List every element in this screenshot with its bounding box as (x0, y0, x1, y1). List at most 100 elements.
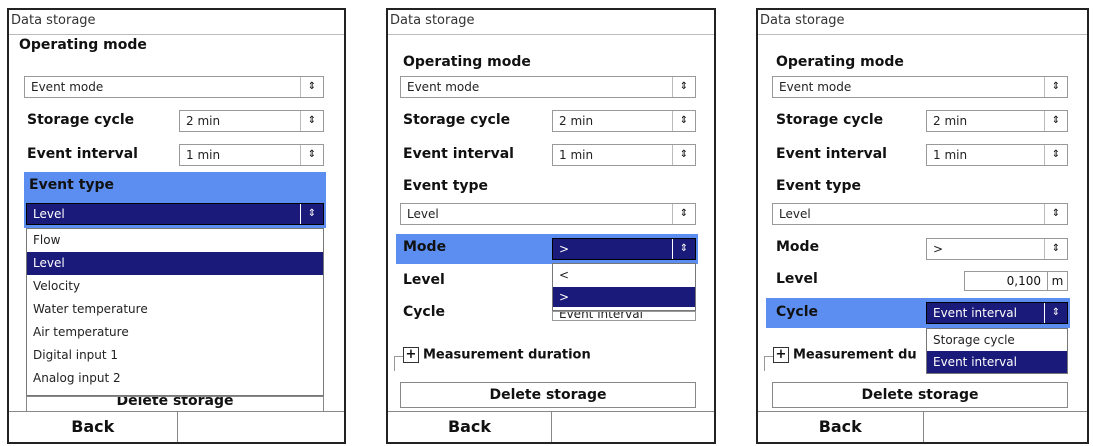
empty-softkey[interactable] (176, 412, 345, 442)
level-label: Level (403, 272, 445, 288)
storage-cycle-value: 2 min (559, 114, 594, 128)
back-button[interactable]: Back (758, 412, 923, 442)
empty-softkey[interactable] (551, 412, 714, 442)
event-type-value: Level (779, 207, 811, 221)
storage-cycle-value: 2 min (186, 114, 221, 128)
level-unit: m (1048, 271, 1068, 291)
cycle-select[interactable]: Event interval ⇕ (926, 302, 1068, 324)
storage-cycle-label: Storage cycle (776, 112, 884, 128)
title-bar: Data storage (9, 10, 344, 35)
mode-value: > (933, 242, 944, 256)
measurement-duration-toggle[interactable]: + Measurement du (773, 347, 923, 363)
event-interval-label: Event interval (27, 146, 138, 162)
operating-mode-select[interactable]: Event mode ⇕ (24, 76, 324, 98)
option-less-than[interactable]: < (553, 264, 695, 287)
title-bar: Data storage (758, 10, 1087, 35)
measurement-bracket (394, 356, 403, 371)
delete-storage-button[interactable]: Delete storage (772, 382, 1068, 408)
event-interval-label: Event interval (403, 146, 514, 162)
up-down-arrows-icon: ⇕ (300, 111, 323, 131)
screen-title: Data storage (390, 13, 475, 28)
up-down-arrows-icon: ⇕ (300, 204, 323, 224)
event-type-options: Flow Level Velocity Water temperature Ai… (26, 228, 324, 396)
option-flow[interactable]: Flow (27, 229, 323, 252)
plus-box-icon: + (403, 347, 419, 363)
cycle-select[interactable]: Event interval (552, 311, 696, 321)
event-interval-label: Event interval (776, 146, 887, 162)
empty-softkey[interactable] (922, 412, 1088, 442)
storage-cycle-value: 2 min (933, 114, 968, 128)
delete-storage-button[interactable]: Delete storage (400, 382, 696, 408)
measurement-duration-toggle[interactable]: + Measurement duration (403, 347, 591, 363)
up-down-arrows-icon: ⇕ (672, 145, 695, 165)
event-type-label: Event type (403, 178, 489, 194)
mode-value: > (559, 242, 570, 256)
option-velocity[interactable]: Velocity (27, 275, 323, 298)
operating-mode-label: Operating mode (19, 37, 147, 53)
delete-storage-button[interactable]: Delete storage (26, 396, 324, 412)
level-input[interactable]: 0,100 (964, 271, 1048, 291)
plus-box-icon: + (773, 347, 789, 363)
option-storage-cycle[interactable]: Storage cycle (927, 329, 1067, 351)
event-type-value: Level (33, 207, 65, 221)
operating-mode-select[interactable]: Event mode ⇕ (772, 76, 1068, 98)
back-button[interactable]: Back (9, 412, 177, 442)
operating-mode-select[interactable]: Event mode ⇕ (400, 76, 696, 98)
option-water-temperature[interactable]: Water temperature (27, 298, 323, 321)
mode-options: < > (552, 263, 696, 311)
cycle-value: Event interval (933, 306, 1017, 320)
option-greater-than[interactable]: > (553, 287, 695, 307)
delete-storage-label: Delete storage (116, 396, 234, 409)
event-type-select[interactable]: Level ⇕ (400, 203, 696, 225)
storage-cycle-label: Storage cycle (27, 112, 135, 128)
up-down-arrows-icon: ⇕ (1044, 204, 1067, 224)
storage-cycle-select[interactable]: 2 min ⇕ (552, 110, 696, 132)
title-bar: Data storage (388, 10, 714, 35)
option-analog-input-2[interactable]: Analog input 2 (27, 367, 323, 390)
screen-title: Data storage (760, 13, 845, 28)
event-type-value: Level (407, 207, 439, 221)
option-air-temperature[interactable]: Air temperature (27, 321, 323, 344)
up-down-arrows-icon: ⇕ (1044, 77, 1067, 97)
cycle-options: Storage cycle Event interval (926, 328, 1068, 374)
panel-event-type-dropdown: Data storage Operating mode Event mode ⇕… (7, 8, 346, 444)
operating-mode-label: Operating mode (403, 54, 531, 70)
event-interval-value: 1 min (186, 148, 221, 162)
bottom-bar: Back (758, 411, 1087, 442)
mode-select[interactable]: > ⇕ (926, 238, 1068, 260)
option-digital-input-1[interactable]: Digital input 1 (27, 344, 323, 367)
measurement-duration-label: Measurement du (793, 347, 917, 363)
measurement-bracket (764, 356, 773, 371)
storage-cycle-select[interactable]: 2 min ⇕ (926, 110, 1068, 132)
event-interval-value: 1 min (933, 148, 968, 162)
cycle-value: Event interval (559, 311, 643, 321)
up-down-arrows-icon: ⇕ (1044, 111, 1067, 131)
bottom-bar: Back (388, 411, 714, 442)
up-down-arrows-icon: ⇕ (300, 77, 323, 97)
option-level[interactable]: Level (27, 252, 323, 275)
event-interval-value: 1 min (559, 148, 594, 162)
up-down-arrows-icon: ⇕ (1044, 303, 1067, 323)
up-down-arrows-icon: ⇕ (672, 111, 695, 131)
mode-select[interactable]: > ⇕ (552, 238, 696, 260)
mode-label: Mode (403, 239, 447, 255)
event-interval-select[interactable]: 1 min ⇕ (552, 144, 696, 166)
storage-cycle-select[interactable]: 2 min ⇕ (179, 110, 324, 132)
bottom-bar: Back (9, 411, 344, 442)
screen-title: Data storage (11, 13, 96, 28)
level-label: Level (776, 271, 818, 287)
storage-cycle-label: Storage cycle (403, 112, 511, 128)
cycle-label: Cycle (403, 304, 445, 320)
operating-mode-label: Operating mode (776, 54, 904, 70)
up-down-arrows-icon: ⇕ (672, 204, 695, 224)
event-type-label: Event type (776, 178, 862, 194)
event-type-label: Event type (29, 177, 115, 193)
up-down-arrows-icon: ⇕ (672, 239, 695, 259)
event-type-select[interactable]: Level ⇕ (26, 203, 324, 225)
event-interval-select[interactable]: 1 min ⇕ (926, 144, 1068, 166)
option-event-interval[interactable]: Event interval (927, 351, 1067, 373)
operating-mode-value: Event mode (779, 80, 852, 94)
back-button[interactable]: Back (388, 412, 551, 442)
event-type-select[interactable]: Level ⇕ (772, 203, 1068, 225)
event-interval-select[interactable]: 1 min ⇕ (179, 144, 324, 166)
